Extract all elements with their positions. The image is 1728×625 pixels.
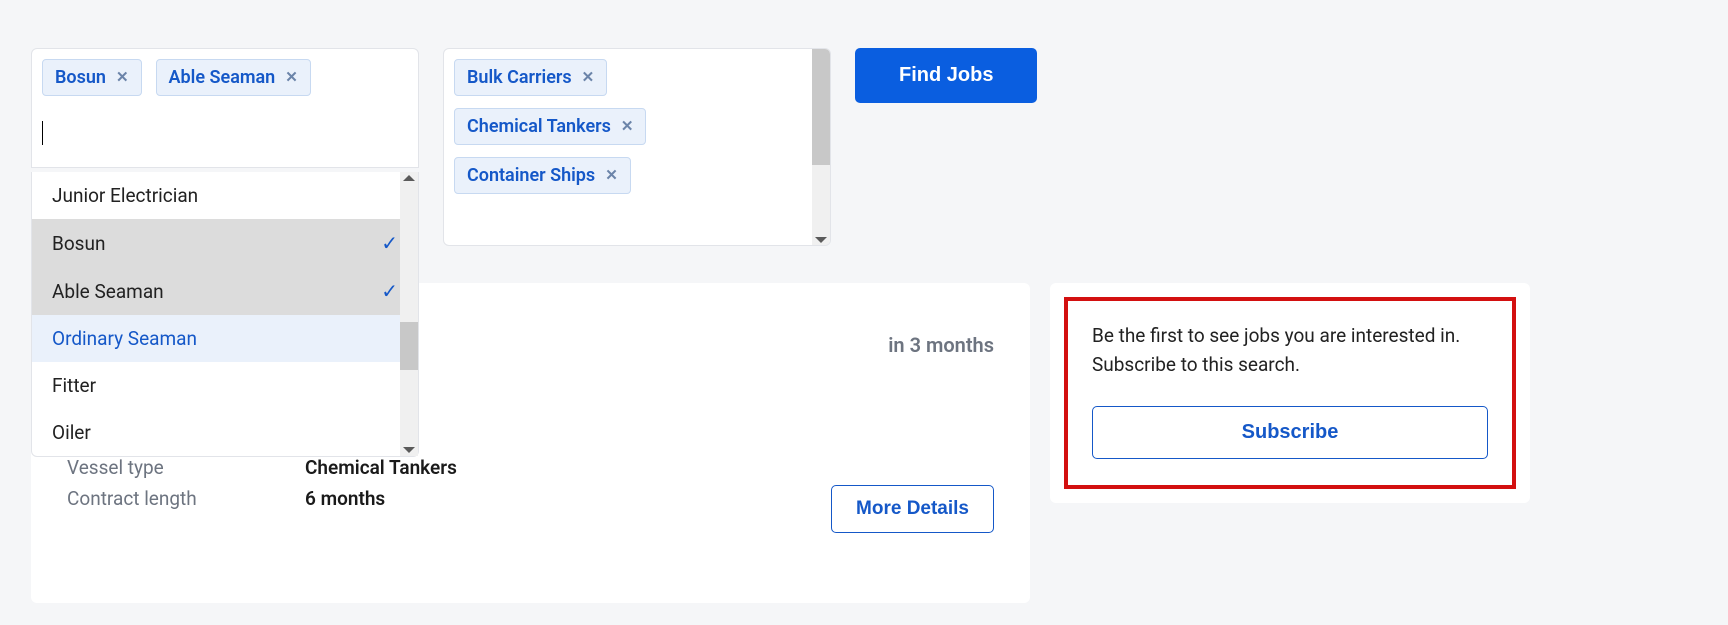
token-label: Chemical Tankers <box>467 116 611 137</box>
field-label: Vessel type <box>67 456 305 479</box>
token-label: Bosun <box>55 67 106 88</box>
more-details-button[interactable]: More Details <box>831 485 994 533</box>
option-label: Oiler <box>52 421 91 444</box>
check-icon: ✓ <box>381 279 398 303</box>
close-icon[interactable]: ✕ <box>285 70 298 85</box>
close-icon[interactable]: ✕ <box>621 119 634 134</box>
rank-token[interactable]: Able Seaman ✕ <box>156 59 311 96</box>
option-label: Junior Electrician <box>52 184 198 207</box>
check-icon: ✓ <box>381 231 398 255</box>
job-timing: in 3 months <box>888 333 994 357</box>
scrollbar-thumb[interactable] <box>812 49 830 165</box>
token-label: Bulk Carriers <box>467 67 572 88</box>
rank-tokens: Bosun ✕ Able Seaman ✕ <box>42 59 408 96</box>
field-label: Contract length <box>67 487 305 510</box>
rank-input-line[interactable] <box>42 120 408 146</box>
subscribe-text: Be the first to see jobs you are interes… <box>1092 321 1488 380</box>
chevron-down-icon[interactable] <box>815 237 827 243</box>
token-label: Container Ships <box>467 165 595 186</box>
rank-option[interactable]: Junior Electrician <box>32 172 418 219</box>
close-icon[interactable]: ✕ <box>582 70 595 85</box>
option-label: Ordinary Seaman <box>52 327 197 350</box>
subscribe-button[interactable]: Subscribe <box>1092 406 1488 459</box>
rank-option[interactable]: Fitter <box>32 362 418 409</box>
vessel-token[interactable]: Container Ships ✕ <box>454 157 631 194</box>
rank-option[interactable]: Bosun ✓ <box>32 219 418 267</box>
rank-option[interactable]: Ordinary Seaman <box>32 315 418 362</box>
contract-row: Contract length 6 months <box>67 487 457 510</box>
vessel-token[interactable]: Bulk Carriers ✕ <box>454 59 607 96</box>
close-icon[interactable]: ✕ <box>116 70 129 85</box>
scrollbar-thumb[interactable] <box>400 322 418 370</box>
text-caret <box>42 121 43 145</box>
subscribe-highlight-box: Be the first to see jobs you are interes… <box>1064 297 1516 489</box>
vessel-token[interactable]: Chemical Tankers ✕ <box>454 108 646 145</box>
option-label: Fitter <box>52 374 96 397</box>
chevron-down-icon[interactable] <box>403 447 415 453</box>
dropdown-scrollbar[interactable] <box>400 172 418 456</box>
vessel-type-row: Vessel type Chemical Tankers <box>67 456 457 479</box>
find-jobs-button[interactable]: Find Jobs <box>855 48 1037 103</box>
vessel-tokens: Bulk Carriers ✕ Chemical Tankers ✕ Conta… <box>454 59 810 194</box>
subscribe-panel: Be the first to see jobs you are interes… <box>1050 283 1530 503</box>
field-value: 6 months <box>305 487 385 510</box>
option-label: Bosun <box>52 232 105 255</box>
token-label: Able Seaman <box>169 67 276 88</box>
rank-token[interactable]: Bosun ✕ <box>42 59 142 96</box>
field-value: Chemical Tankers <box>305 456 457 479</box>
rank-multiselect[interactable]: Bosun ✕ Able Seaman ✕ <box>31 48 419 168</box>
option-label: Able Seaman <box>52 280 164 303</box>
rank-option[interactable]: Able Seaman ✓ <box>32 267 418 315</box>
rank-option[interactable]: Oiler <box>32 409 418 456</box>
chevron-up-icon[interactable] <box>403 175 415 181</box>
rank-dropdown[interactable]: Junior Electrician Bosun ✓ Able Seaman ✓… <box>31 172 419 457</box>
vessel-multiselect[interactable]: Bulk Carriers ✕ Chemical Tankers ✕ Conta… <box>443 48 831 246</box>
vessel-scrollbar[interactable] <box>812 49 830 245</box>
close-icon[interactable]: ✕ <box>605 168 618 183</box>
